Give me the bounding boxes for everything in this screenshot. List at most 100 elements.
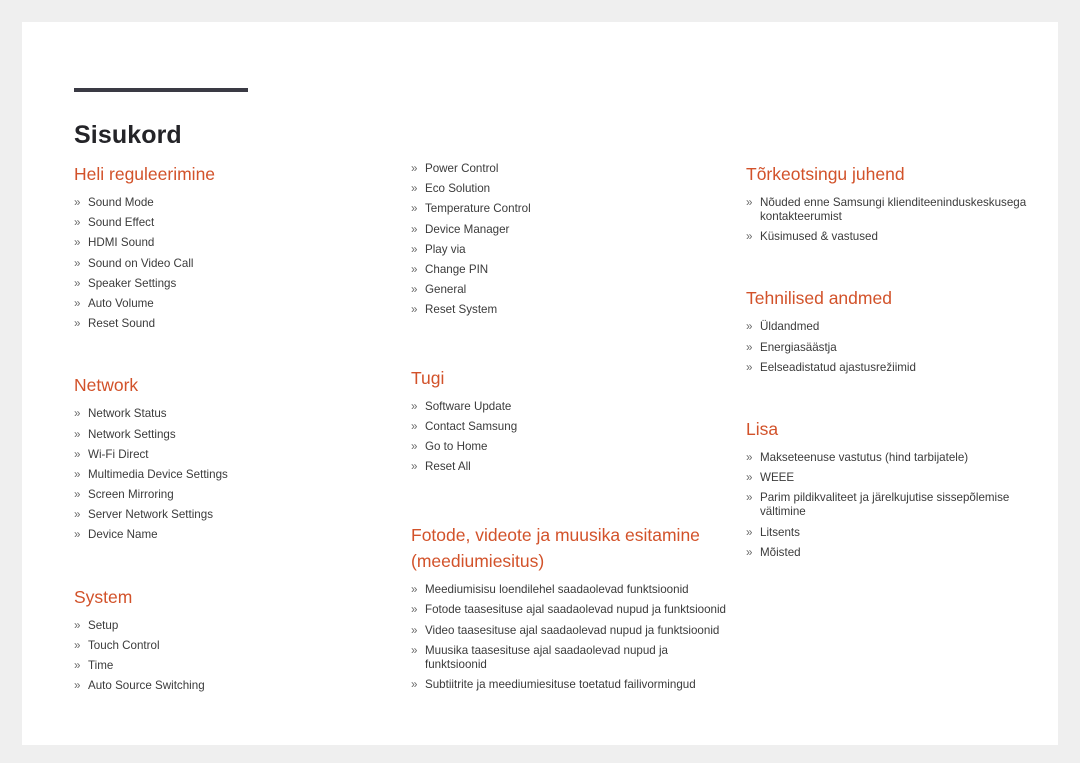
toc-entry[interactable]: » Network Settings [74,428,394,442]
bullet-icon: » [74,467,81,481]
bullet-icon: » [411,162,418,175]
toc-entry[interactable]: » Server Network Settings [74,508,394,522]
bullet-icon: » [411,419,418,433]
document-page: Sisukord Heli reguleerimine » Sound Mode … [22,22,1058,745]
toc-entry[interactable]: » Nõuded enne Samsungi klienditeeninduske… [746,196,1056,224]
toc-entry[interactable]: » Setup [74,619,394,633]
toc-entry[interactable]: » Eco Solution [411,182,731,196]
toc-entry[interactable]: » WEEE [746,471,1056,485]
section-heading[interactable]: Heli reguleerimine [74,162,394,187]
toc-entry-label: Nõuded enne Samsungi klienditeeninduskes… [760,196,1027,223]
bullet-icon: » [746,545,753,559]
toc-entry[interactable]: » Screen Mirroring [74,488,394,502]
toc-entry[interactable]: » Meediumisisu loendilehel saadaolevad fu… [411,583,731,597]
toc-entry-label: Multimedia Device Settings [88,467,228,481]
toc-entry[interactable]: » Touch Control [74,639,394,653]
toc-entry[interactable]: » Litsents [746,526,1056,540]
toc-entry[interactable]: » Device Manager [411,223,731,237]
toc-entry[interactable]: » Video taasesituse ajal saadaolevad nupu… [411,624,731,638]
toc-entry-label: Üldandmed [760,320,820,334]
section-heading[interactable]: Fotode, videote ja muusika esitamine (me… [411,522,731,574]
toc-entry[interactable]: » Device Name [74,528,394,542]
toc-entry-label: Network Status [88,407,167,421]
bullet-icon: » [411,399,418,413]
toc-entry[interactable]: » Eelseadistatud ajastusrežiimid [746,361,1056,375]
bullet-icon: » [411,222,418,236]
bullet-icon: » [74,317,81,331]
toc-entry[interactable]: » Mõisted [746,546,1056,560]
toc-entry[interactable]: » Auto Source Switching [74,679,394,693]
section-item-list: » Network Status » Network Settings » Wi-Fi… [74,407,394,542]
bullet-icon: » [411,202,418,216]
section-heading[interactable]: System [74,585,394,610]
section-torkeotsingu-juhend: Tõrkeotsingu juhend » Nõuded enne Samsung… [746,162,1056,244]
section-heading[interactable]: Network [74,373,394,398]
toc-entry-label: Küsimused & vastused [760,230,878,244]
toc-entry[interactable]: » Temperature Control [411,202,731,216]
toc-entry-label: Sound on Video Call [88,256,194,270]
toc-entry[interactable]: » Subtiitrite ja meediumiesituse toetatud… [411,678,731,692]
section-heading[interactable]: Lisa [746,417,1056,442]
toc-entry[interactable]: » Time [74,659,394,673]
toc-entry-label: Speaker Settings [88,276,177,290]
toc-entry[interactable]: » Contact Samsung [411,420,731,434]
toc-entry-label: Reset System [425,303,498,317]
toc-entry-label: Device Manager [425,222,510,236]
toc-entry[interactable]: » Change PIN [411,263,731,277]
toc-entry-label: Auto Source Switching [88,679,205,693]
toc-entry[interactable]: » Wi-Fi Direct [74,448,394,462]
toc-entry[interactable]: » Üldandmed [746,320,1056,334]
toc-entry-label: Temperature Control [425,202,531,216]
toc-entry-label: Reset Sound [88,317,156,331]
bullet-icon: » [411,643,418,657]
toc-entry[interactable]: » Software Update [411,400,731,414]
toc-entry-label: Video taasesituse ajal saadaolevad nupud… [425,623,720,637]
toc-entry[interactable]: » Power Control [411,162,731,176]
toc-entry-label: Sound Mode [88,196,154,209]
toc-entry-label: Change PIN [425,262,489,276]
section-item-list: » Software Update » Contact Samsung » Go to… [411,400,731,475]
toc-entry[interactable]: » Reset System [411,303,731,317]
section-heading[interactable]: Tugi [411,366,731,391]
toc-entry[interactable]: » Sound Mode [74,196,394,210]
toc-entry[interactable]: » Reset All [411,460,731,474]
bullet-icon: » [746,471,753,485]
toc-entry-label: Setup [88,618,119,632]
toc-entry[interactable]: » Muusika taasesituse ajal saadaolevad nu… [411,644,731,672]
section-item-list: » Makseteenuse vastutus (hind tarbijatele… [746,451,1056,560]
bullet-icon: » [74,296,81,310]
section-item-list: » Sound Mode » Sound Effect » HDMI Sound » S… [74,196,394,331]
toc-entry[interactable]: » HDMI Sound [74,236,394,250]
title-rule [74,88,248,92]
bullet-icon: » [74,256,81,270]
bullet-icon: » [411,303,418,317]
bullet-icon: » [411,583,418,597]
toc-entry[interactable]: » Makseteenuse vastutus (hind tarbijatele… [746,451,1056,465]
toc-entry[interactable]: » Multimedia Device Settings [74,468,394,482]
toc-entry[interactable]: » General [411,283,731,297]
toc-entry[interactable]: » Küsimused & vastused [746,230,1056,244]
toc-entry-label: Reset All [425,460,471,474]
toc-entry[interactable]: » Go to Home [411,440,731,454]
section-heading[interactable]: Tõrkeotsingu juhend [746,162,1056,187]
toc-entry[interactable]: » Play via [411,243,731,257]
toc-entry[interactable]: » Reset Sound [74,317,394,331]
bullet-icon: » [74,236,81,250]
section-heading[interactable]: Tehnilised andmed [746,286,1056,311]
section-meediumiesitus: Fotode, videote ja muusika esitamine (me… [411,522,731,692]
toc-entry-label: Meediumisisu loendilehel saadaolevad fun… [425,583,689,597]
bullet-icon: » [746,360,753,374]
toc-entry[interactable]: » Speaker Settings [74,277,394,291]
toc-entry[interactable]: » Energiasäästja [746,341,1056,355]
toc-entry[interactable]: » Network Status [74,407,394,421]
toc-entry-label: Parim pildikvaliteet ja järelkujutise si… [760,491,1010,519]
toc-entry[interactable]: » Auto Volume [74,297,394,311]
toc-entry[interactable]: » Sound Effect [74,216,394,230]
toc-entry[interactable]: » Parim pildikvaliteet ja järelkujutise s… [746,491,1056,519]
toc-entry[interactable]: » Fotode taasesituse ajal saadaolevad nup… [411,603,731,617]
toc-entry[interactable]: » Sound on Video Call [74,257,394,271]
